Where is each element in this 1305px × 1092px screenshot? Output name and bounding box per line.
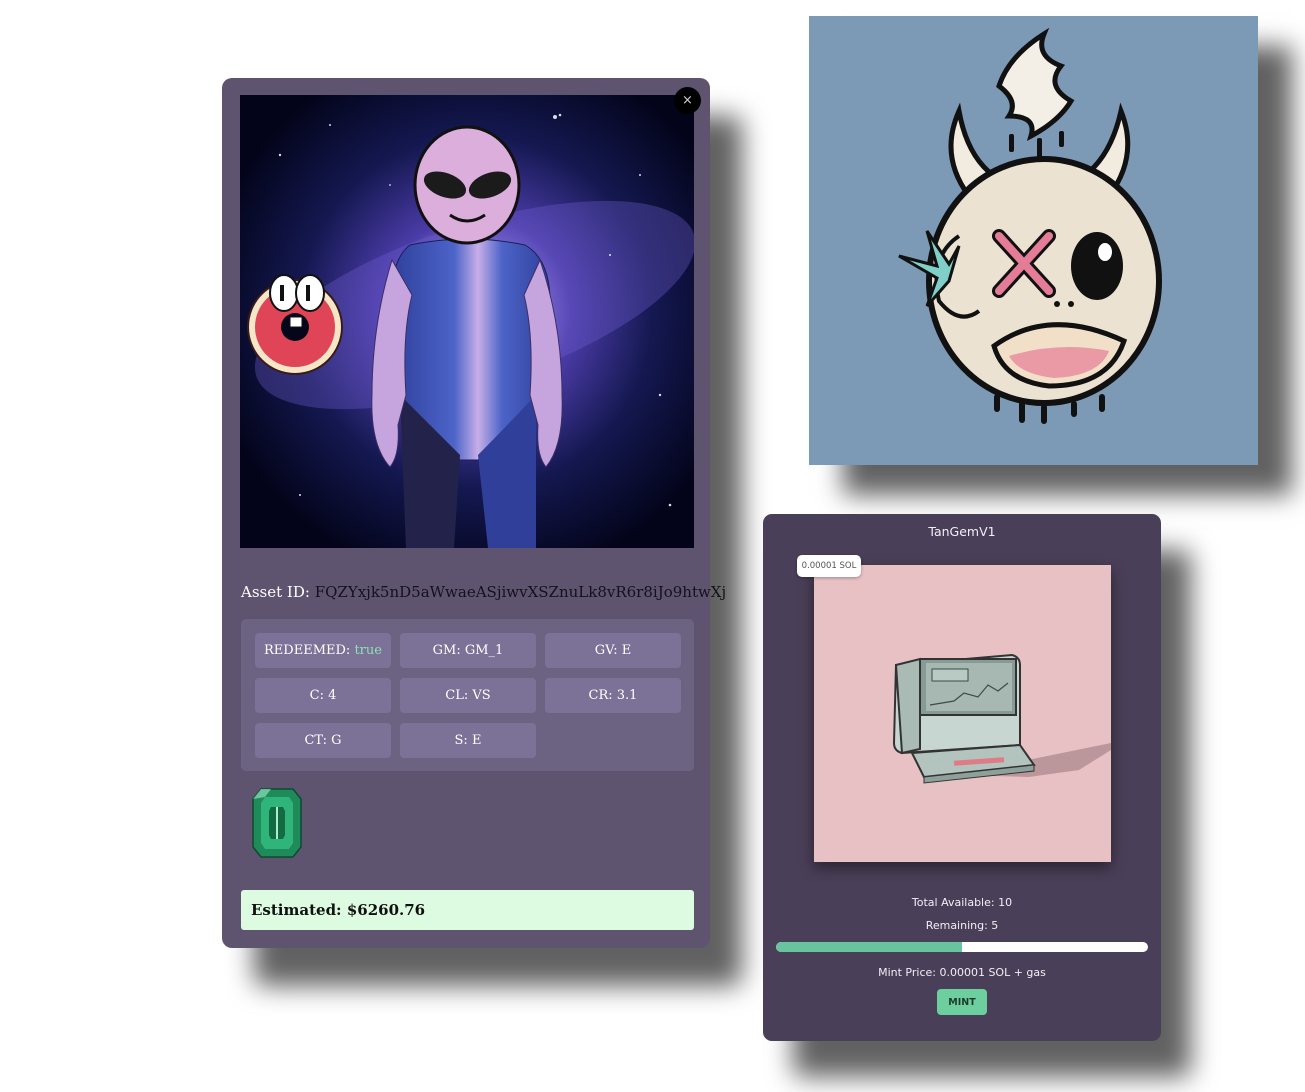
devil-nft-image: [809, 16, 1258, 465]
alien-galaxy-illustration: [240, 95, 694, 548]
asset-card: × Asset ID: FQZYxjk5nD5aWwaeASjiwvXSZnuL…: [222, 78, 726, 948]
devil-egg-illustration: [898, 27, 1162, 424]
attribute-cr: CR: 3.1: [545, 678, 681, 713]
mint-progress-fill: [776, 942, 962, 952]
attribute-cl: CL: VS: [400, 678, 536, 713]
asset-id: Asset ID: FQZYxjk5nD5aWwaeASjiwvXSZnuLk8…: [241, 583, 726, 601]
attribute-c: C: 4: [255, 678, 391, 713]
price-badge: 0.00001 SOL: [797, 555, 861, 577]
attribute-ct: CT: G: [255, 723, 391, 758]
mint-card: TanGemV1 0.00001 SOL Total Available: 10…: [763, 514, 1161, 1041]
mint-button[interactable]: MINT: [937, 989, 987, 1015]
asset-id-value: FQZYxjk5nD5aWwaeASjiwvXSZnuLk8vR6r8iJo9h…: [314, 583, 727, 601]
total-available: Total Available: 10: [911, 896, 1013, 909]
mint-progress-bar: [776, 942, 1148, 952]
attribute-redeemed: REDEEMED: true: [255, 633, 391, 668]
mint-price: Mint Price: 0.00001 SOL + gas: [878, 966, 1046, 979]
alien-nft-image: [240, 95, 694, 548]
attributes-panel: REDEEMED: true GM: GM_1 GV: E C: 4 CL: V…: [241, 619, 694, 771]
attribute-key: REDEEMED:: [264, 643, 351, 658]
attribute-gv: GV: E: [545, 633, 681, 668]
remaining-count: Remaining: 5: [925, 919, 999, 932]
attribute-value: true: [354, 643, 382, 658]
retro-computer-image: [814, 565, 1111, 862]
emerald-gem-icon: [251, 787, 303, 859]
estimated-value: Estimated: $6260.76: [241, 890, 694, 930]
asset-id-label: Asset ID:: [241, 583, 310, 601]
retro-computer-illustration: [892, 653, 1111, 784]
attribute-gm: GM: GM_1: [400, 633, 536, 668]
close-button[interactable]: ×: [674, 87, 701, 114]
collection-title: TanGemV1: [928, 524, 996, 539]
attribute-s: S: E: [400, 723, 536, 758]
